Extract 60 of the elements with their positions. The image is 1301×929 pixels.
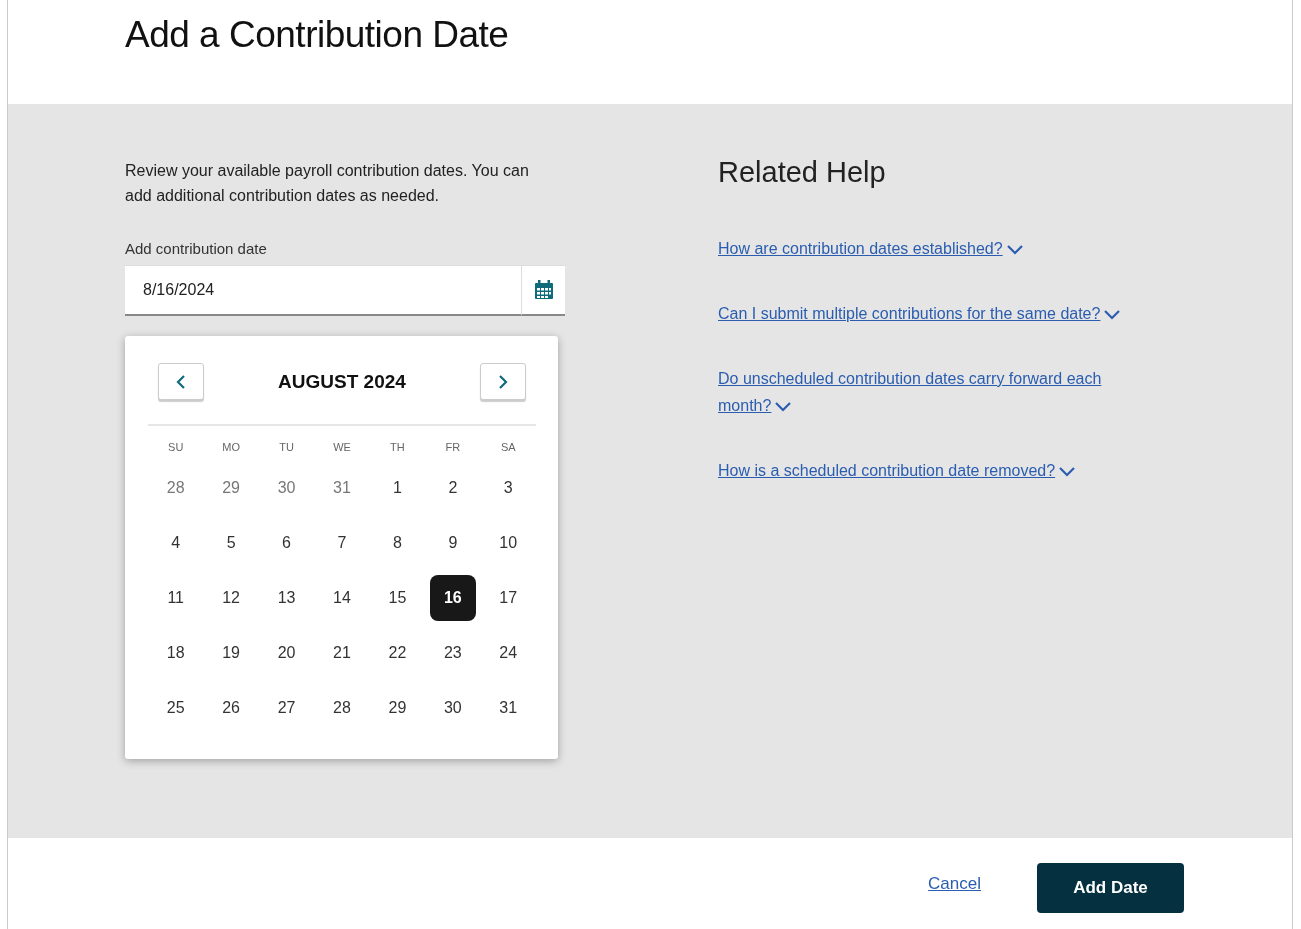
date-field[interactable]: 8/16/2024 [125,265,521,316]
calendar-day[interactable]: 13 [263,575,310,621]
calendar-day[interactable]: 21 [319,630,365,676]
weekday-label: TH [389,440,406,455]
calendar-day[interactable]: 23 [429,630,476,676]
calendar-day[interactable]: 18 [152,630,199,676]
calendar-day[interactable]: 2 [429,465,476,511]
calendar-day[interactable]: 28 [152,465,199,511]
calendar-day[interactable]: 20 [263,630,310,676]
intro-text: Review your available payroll contribution dates. You can add additional contribution dates as needed. [125,161,530,206]
chevron-right-icon [498,374,508,389]
calendar-day[interactable]: 14 [319,575,365,621]
weekday-label: TU [278,440,295,455]
section-title: Related Help [718,156,887,189]
calendar-day[interactable]: 27 [263,685,310,731]
next-month-button[interactable] [480,363,526,400]
calendar-day[interactable]: 15 [374,575,421,621]
help-link[interactable]: How is a scheduled contribution date removed? [718,457,1138,484]
calendar-day[interactable]: 31 [319,465,365,511]
selected-day[interactable]: 16 [429,575,476,621]
calendar-day[interactable]: 29 [208,465,255,511]
calendar-day[interactable]: 1 [374,465,421,511]
calendar-button[interactable] [521,265,565,316]
calendar-day[interactable]: 7 [319,520,365,566]
chevron-left-icon [176,374,186,389]
weekday-label: WE [332,440,352,455]
calendar-day[interactable]: 29 [374,685,421,731]
calendar-day[interactable]: 5 [208,520,255,566]
calendar-day[interactable]: 6 [263,520,310,566]
calendar-day[interactable]: 31 [485,685,532,731]
calendar-day[interactable]: 24 [485,630,532,676]
help-link[interactable]: How are contribution dates established? [718,235,1138,262]
calendar-day[interactable]: 10 [485,520,532,566]
calendar-day[interactable]: 9 [429,520,476,566]
calendar-day[interactable]: 28 [319,685,365,731]
help-link[interactable]: Can I submit multiple contributions for the same date? [718,300,1138,327]
calendar-day[interactable]: 30 [263,465,310,511]
calendar-day[interactable]: 8 [374,520,421,566]
calendar-day[interactable]: 26 [208,685,255,731]
weekday-label: FR [444,440,462,455]
calendar-day[interactable]: 22 [374,630,421,676]
calendar-day[interactable]: 30 [429,685,476,731]
help-link[interactable]: Do unscheduled contribution dates carry forward each month? [718,365,1138,419]
page-title: Add a Contribution Date [125,14,510,56]
weekday-label: MO [221,440,241,455]
weekday-label: SU [167,440,185,455]
calendar-day[interactable]: 19 [208,630,255,676]
calendar-icon [533,280,554,300]
calendar-day[interactable]: 12 [208,575,255,621]
month-title: AUGUST 2024 [278,370,406,393]
field-label: Add contribution date [125,240,268,257]
calendar-day[interactable]: 25 [152,685,199,731]
previous-month-button[interactable] [158,363,204,400]
weekday-label: SA [499,440,517,455]
calendar-day[interactable]: 3 [485,465,532,511]
calendar-day[interactable]: 17 [485,575,532,621]
cancel-link[interactable]: Cancel [928,873,981,894]
calendar-day[interactable]: 11 [152,575,199,621]
calendar-day[interactable]: 4 [152,520,199,566]
add-date-button[interactable]: Add Date [1037,862,1184,913]
